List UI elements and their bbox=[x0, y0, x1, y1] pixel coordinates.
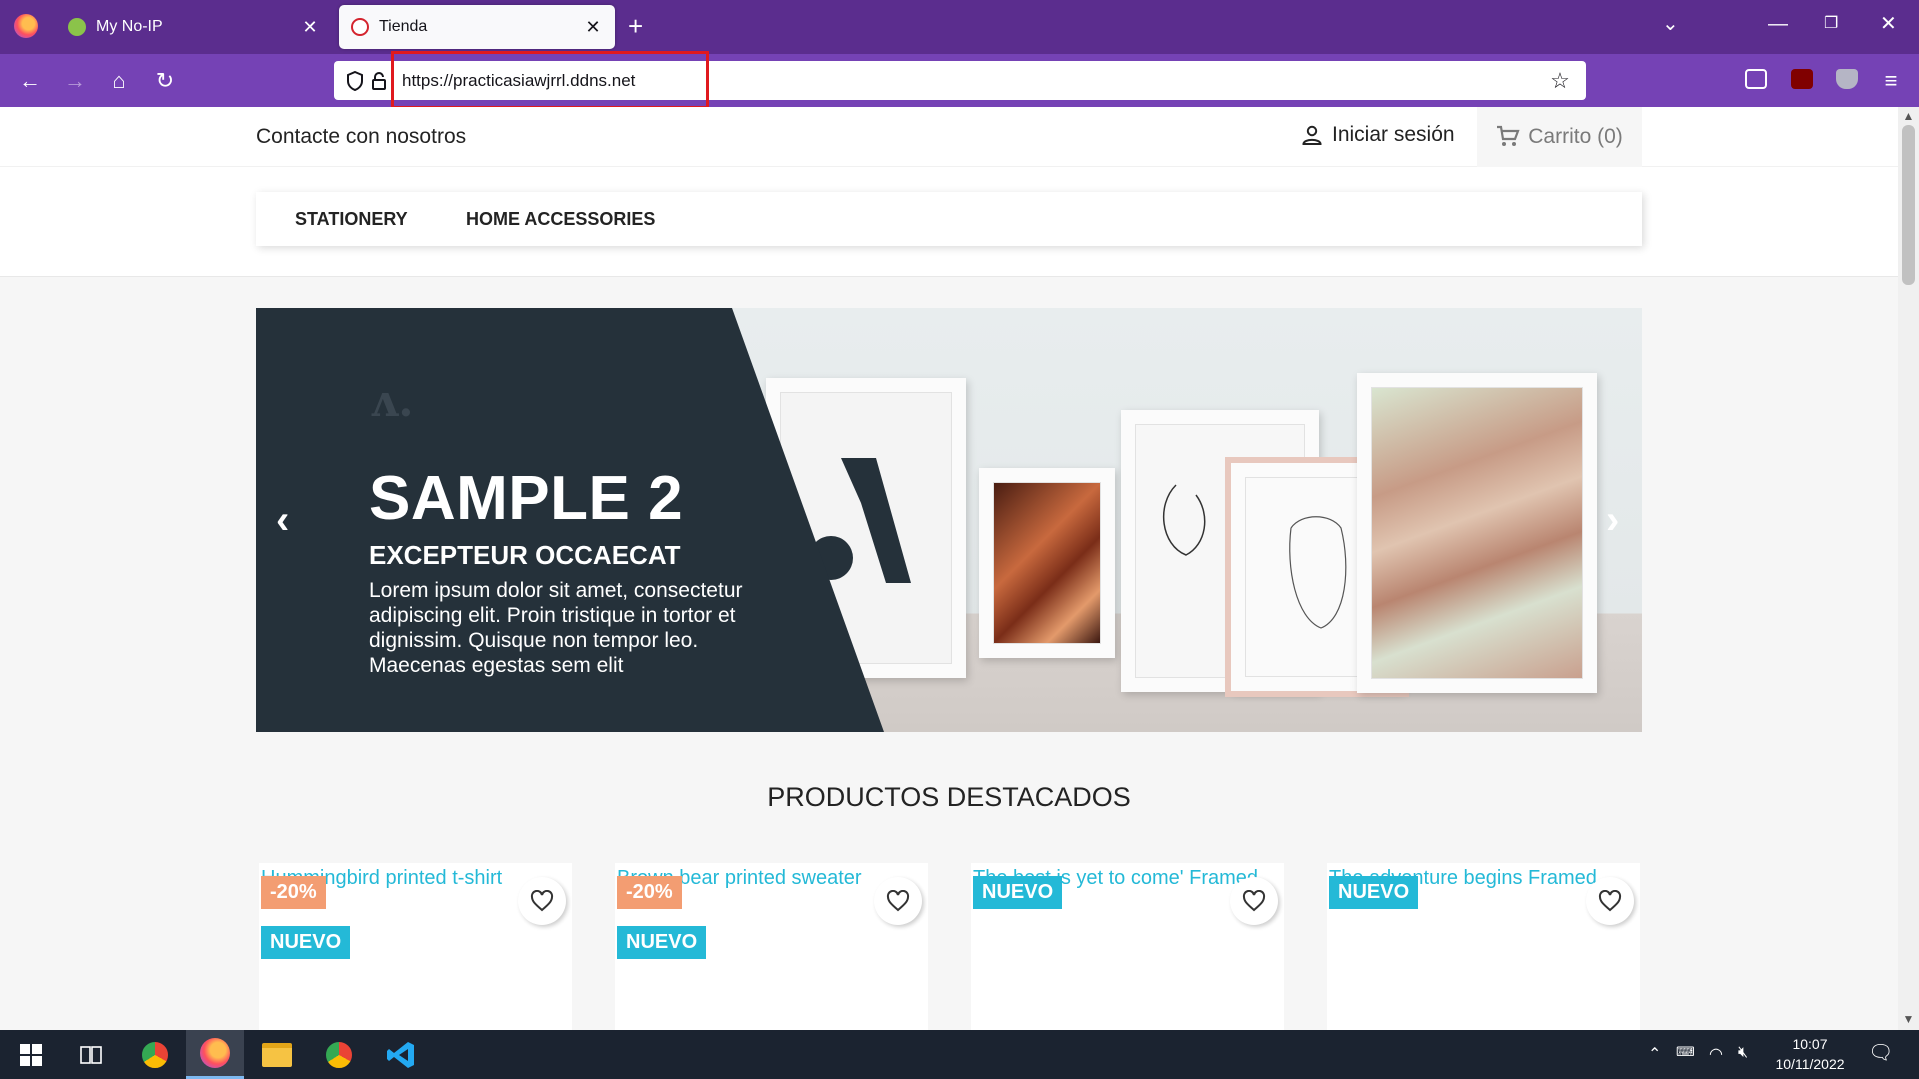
taskbar-chrome-2[interactable] bbox=[310, 1030, 368, 1079]
product-card[interactable]: The adventure begins Framed NUEVO bbox=[1327, 863, 1640, 1030]
homepage-carousel: ʌ. SAMPLE 2 EXCEPTEUR OCCAECAT Lorem ips… bbox=[256, 308, 1642, 732]
user-icon bbox=[1302, 125, 1322, 145]
taskbar-chrome-1[interactable] bbox=[126, 1030, 184, 1079]
menu-item-home-accessories[interactable]: HOME ACCESSORIES bbox=[466, 209, 655, 230]
reload-button[interactable]: ↻ bbox=[150, 66, 180, 96]
keyboard-layout-icon[interactable]: ⌨ bbox=[1676, 1044, 1695, 1060]
url-highlight-box bbox=[391, 51, 709, 109]
featured-products-title: PRODUCTOS DESTACADOS bbox=[767, 782, 1131, 812]
tab-tienda[interactable]: Tienda ✕ bbox=[339, 5, 615, 49]
hamburger-menu-icon[interactable]: ≡ bbox=[1876, 66, 1906, 96]
slide-logo: ʌ. bbox=[370, 376, 414, 427]
firefox-icon bbox=[200, 1038, 230, 1068]
heart-icon bbox=[1598, 890, 1622, 912]
tab-my-noip[interactable]: My No-IP ✕ bbox=[56, 5, 332, 49]
contact-link[interactable]: Contacte con nosotros bbox=[256, 125, 466, 149]
clock-time: 10:07 bbox=[1792, 1036, 1828, 1052]
close-tab-icon[interactable]: ✕ bbox=[300, 17, 320, 38]
wishlist-button[interactable] bbox=[1230, 877, 1278, 925]
vscode-icon bbox=[387, 1041, 414, 1068]
lock-icon[interactable] bbox=[368, 70, 390, 92]
header-nav: STATIONERY HOME ACCESSORIES bbox=[0, 167, 1898, 277]
product-card[interactable]: Brown bear printed sweater -20% NUEVO bbox=[615, 863, 928, 1030]
restore-button[interactable]: ❐ bbox=[1824, 10, 1838, 38]
slide-description: Lorem ipsum dolor sit amet, consectetur … bbox=[369, 579, 743, 677]
wishlist-button[interactable] bbox=[874, 877, 922, 925]
new-badge: NUEVO bbox=[617, 926, 707, 959]
web-page: Contacte con nosotros Iniciar sesión Car… bbox=[0, 107, 1898, 1030]
back-button[interactable]: ← bbox=[15, 66, 45, 96]
pocket-icon[interactable] bbox=[1745, 69, 1767, 89]
carousel-prev-icon[interactable]: ‹ bbox=[276, 500, 289, 540]
notification-center-icon[interactable]: 🗨︎ bbox=[1868, 1040, 1893, 1065]
page-scrollbar[interactable]: ▲ ▼ bbox=[1898, 107, 1919, 1030]
windows-logo-icon bbox=[20, 1043, 42, 1066]
bookmark-star-icon[interactable]: ☆ bbox=[1548, 68, 1572, 94]
tab-bar: My No-IP ✕ Tienda ✕ + ⌄ — ❐ ✕ bbox=[0, 0, 1919, 54]
main-menu: STATIONERY HOME ACCESSORIES bbox=[256, 192, 1642, 246]
chrome-icon bbox=[140, 1039, 170, 1070]
login-link[interactable]: Iniciar sesión bbox=[1300, 123, 1455, 147]
ublock-origin-icon[interactable] bbox=[1791, 69, 1813, 89]
new-tab-button[interactable]: + bbox=[628, 13, 643, 39]
heart-icon bbox=[530, 890, 554, 912]
wishlist-button[interactable] bbox=[1586, 877, 1634, 925]
privacy-badger-shield-icon[interactable] bbox=[1836, 69, 1858, 89]
windows-taskbar: ⌃ ⌨ ◠ 🔇︎ 10:07 10/11/2022 🗨︎ bbox=[0, 1030, 1919, 1079]
product-card[interactable]: Hummingbird printed t-shirt -20% NUEVO bbox=[259, 863, 572, 1030]
scroll-down-icon[interactable]: ▼ bbox=[1898, 1012, 1919, 1026]
taskbar-firefox[interactable] bbox=[186, 1030, 244, 1079]
taskbar-clock[interactable]: 10:07 10/11/2022 bbox=[1765, 1034, 1855, 1074]
close-tab-icon[interactable]: ✕ bbox=[583, 17, 603, 38]
scroll-up-icon[interactable]: ▲ bbox=[1898, 109, 1919, 123]
prestashop-favicon-icon bbox=[351, 18, 369, 36]
new-badge: NUEVO bbox=[261, 926, 351, 959]
shopping-cart-icon bbox=[1497, 125, 1520, 146]
firefox-menu-icon[interactable] bbox=[14, 14, 38, 38]
home-button[interactable]: ⌂ bbox=[104, 66, 134, 96]
close-window-button[interactable]: ✕ bbox=[1880, 10, 1897, 38]
discount-badge: -20% bbox=[261, 876, 326, 909]
cart-button[interactable]: Carrito (0) bbox=[1477, 107, 1642, 167]
volume-muted-icon[interactable]: 🔇︎ bbox=[1738, 1044, 1748, 1062]
taskbar-file-explorer[interactable] bbox=[248, 1030, 306, 1079]
network-wifi-icon[interactable]: ◠ bbox=[1709, 1044, 1723, 1064]
tab-title: Tienda bbox=[379, 18, 428, 35]
list-all-tabs-icon[interactable]: ⌄ bbox=[1662, 10, 1679, 38]
show-hidden-icons-chevron-icon[interactable]: ⌃ bbox=[1648, 1044, 1661, 1064]
frame-canyon-image bbox=[979, 468, 1115, 658]
login-label: Iniciar sesión bbox=[1332, 123, 1455, 146]
heart-icon bbox=[1242, 890, 1266, 912]
slide-subtitle: EXCEPTEUR OCCAECAT bbox=[369, 540, 681, 570]
taskbar-vscode[interactable] bbox=[372, 1030, 430, 1079]
product-card[interactable]: The best is yet to come' Framed NUEVO bbox=[971, 863, 1284, 1030]
cart-label: Carrito (0) bbox=[1528, 125, 1623, 148]
header-top: Contacte con nosotros Iniciar sesión Car… bbox=[0, 107, 1898, 167]
new-badge: NUEVO bbox=[973, 876, 1063, 909]
forward-button[interactable]: → bbox=[60, 66, 90, 96]
tab-title: My No-IP bbox=[96, 18, 163, 35]
chrome-icon bbox=[324, 1039, 354, 1070]
noip-favicon-icon bbox=[68, 18, 86, 36]
slide-title: SAMPLE 2 bbox=[369, 464, 684, 533]
frame-grand-canyon-map-image bbox=[1357, 373, 1597, 693]
tracking-protection-shield-icon[interactable] bbox=[344, 70, 366, 92]
start-button[interactable] bbox=[2, 1030, 60, 1079]
task-view-icon bbox=[80, 1045, 102, 1064]
navigation-toolbar: ← → ⌂ ↻ https://practicasiawjrrl.ddns.ne… bbox=[0, 54, 1919, 107]
heart-icon bbox=[886, 890, 910, 912]
folder-icon bbox=[262, 1042, 292, 1067]
new-badge: NUEVO bbox=[1329, 876, 1419, 909]
carousel-next-icon[interactable]: › bbox=[1606, 500, 1619, 540]
discount-badge: -20% bbox=[617, 876, 682, 909]
wishlist-button[interactable] bbox=[518, 877, 566, 925]
clock-date: 10/11/2022 bbox=[1775, 1056, 1845, 1072]
minimize-button[interactable]: — bbox=[1768, 10, 1788, 38]
task-view-button[interactable] bbox=[62, 1030, 120, 1079]
scroll-thumb[interactable] bbox=[1902, 125, 1915, 285]
menu-item-stationery[interactable]: STATIONERY bbox=[295, 209, 408, 230]
